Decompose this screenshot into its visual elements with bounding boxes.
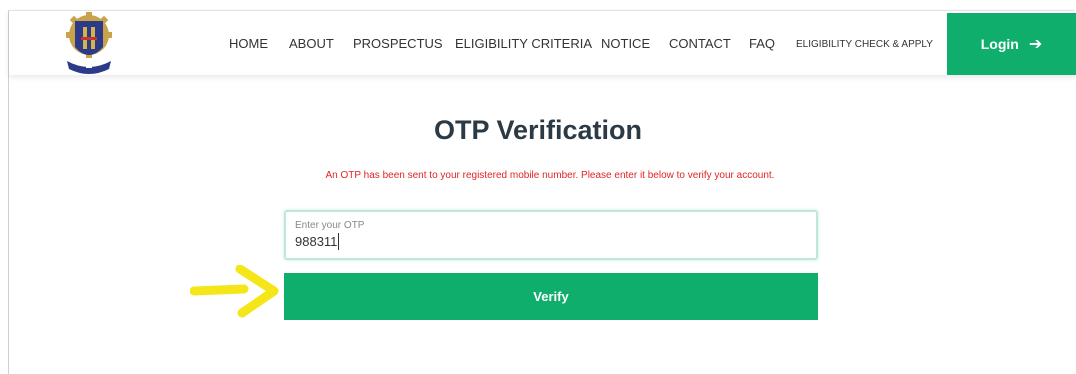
institution-logo[interactable] xyxy=(59,11,119,77)
nav-home[interactable]: HOME xyxy=(229,36,268,51)
nav-about[interactable]: ABOUT xyxy=(289,36,334,51)
nav-contact[interactable]: CONTACT xyxy=(669,36,731,51)
otp-field-label: Enter your OTP xyxy=(295,220,365,231)
verify-button[interactable]: Verify xyxy=(284,273,818,320)
annotation-arrow-icon xyxy=(190,265,279,318)
text-caret xyxy=(338,233,339,250)
nav-faq[interactable]: FAQ xyxy=(749,36,775,51)
otp-field[interactable]: Enter your OTP xyxy=(284,210,818,260)
nav-eligibility-criteria[interactable]: ELIGIBILITY CRITERIA xyxy=(455,36,592,51)
arrow-right-icon: ➔ xyxy=(1028,36,1043,53)
login-button[interactable]: Login ➔ xyxy=(947,13,1076,75)
otp-sent-message: An OTP has been sent to your registered … xyxy=(325,170,775,181)
nav-eligibility-check-apply[interactable]: ELIGIBILITY CHECK & APPLY xyxy=(796,39,933,50)
otp-input[interactable] xyxy=(295,234,595,249)
page-title: OTP Verification xyxy=(433,115,643,145)
navbar: HOME ABOUT PROSPECTUS ELIGIBILITY CRITER… xyxy=(9,11,1076,75)
login-label: Login xyxy=(980,36,1019,52)
nav-prospectus[interactable]: PROSPECTUS xyxy=(353,36,443,51)
nav-notice[interactable]: NOTICE xyxy=(601,36,650,51)
